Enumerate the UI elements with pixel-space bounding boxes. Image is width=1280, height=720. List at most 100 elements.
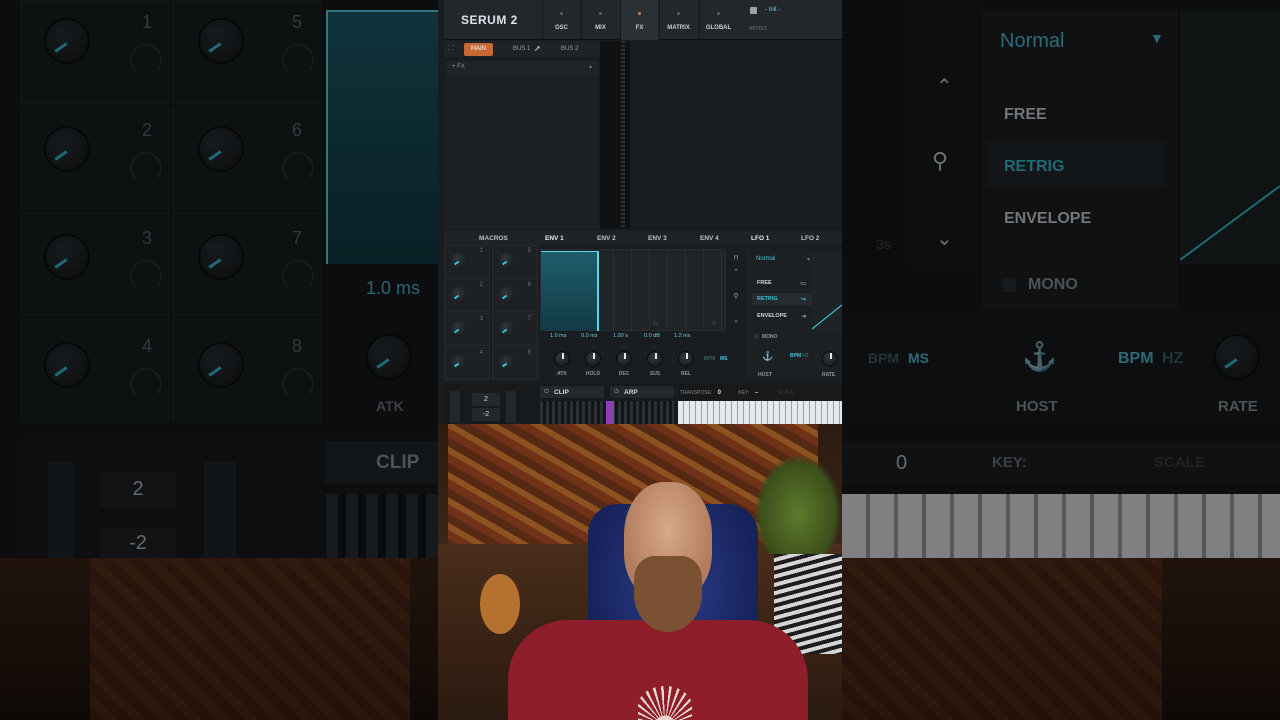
macro-cell: 7 (492, 313, 538, 346)
octave-up[interactable]: 2 (472, 393, 500, 406)
lfo-shape-value: Normal (756, 256, 776, 262)
lfo-mode-envelope[interactable]: ENVELOPE ⇥ (752, 310, 812, 322)
lfo-graph[interactable] (812, 253, 842, 331)
bus-tab-bus1[interactable]: BUS 1 (506, 43, 537, 56)
env-ms-toggle[interactable]: MS (720, 356, 728, 362)
lfo-mode-retrig[interactable]: RETRIG ↪ (752, 293, 812, 305)
tab-lfo1[interactable]: LFO 1 (751, 231, 769, 245)
tab-env3[interactable]: ENV 3 (648, 231, 667, 245)
tab-fx[interactable]: FX (620, 0, 658, 40)
tab-label: MATRIX (667, 25, 690, 31)
arp-steps[interactable] (540, 401, 674, 424)
key-value[interactable]: – (755, 390, 758, 396)
clip-toggle[interactable]: ⏻ CLIP (540, 386, 604, 398)
host-label: HOST (758, 372, 772, 378)
transpose-value[interactable]: 0 (718, 390, 721, 396)
octave-down[interactable]: -2 (472, 408, 500, 421)
env-axis-label: 3s (711, 321, 717, 327)
mod-wheel[interactable] (506, 391, 516, 423)
anchor-icon[interactable]: ⚓ (762, 351, 773, 362)
tab-global[interactable]: GLOBAL (699, 0, 737, 40)
envelope-values: 1.0 ms 0.0 ms 1.00 s 0.0 dB 1.2 ms (540, 333, 726, 343)
macro-knob[interactable] (499, 253, 515, 269)
save-icon[interactable] (750, 7, 757, 14)
bus-tab-main[interactable]: MAIN (464, 43, 493, 56)
envelope-knobs: ATK HOLD DEC SUS REL BPM MS (540, 347, 746, 381)
macro-knob[interactable] (499, 287, 515, 303)
lfo-mode-label: ENVELOPE (757, 313, 787, 319)
mod-tabs: MACROS ENV 1 ENV 2 ENV 3 ENV 4 LFO 1 LFO… (444, 231, 842, 245)
fx-divider (600, 41, 630, 229)
chevron-down-icon[interactable]: ▾ (589, 64, 592, 71)
tab-env1[interactable]: ENV 1 (545, 231, 564, 245)
macro-cell: 1 (444, 245, 490, 278)
serum-logo: SERUM 2 (461, 13, 518, 27)
preset-name: - Init - (765, 7, 781, 13)
lfo-shape-select[interactable]: Normal ▾ (752, 253, 814, 265)
up-icon[interactable]: ⌃ (732, 269, 740, 277)
tab-mix[interactable]: MIX (581, 0, 619, 40)
bus-label: MAIN (471, 46, 486, 52)
hold-knob[interactable] (585, 351, 601, 367)
fx-editor (632, 41, 842, 229)
arp-toggle[interactable]: ⏻ ARP (610, 386, 674, 398)
chevron-down-icon: ▾ (806, 257, 810, 263)
macro-number: 3 (479, 316, 483, 322)
grid-icon[interactable]: ⸬ (448, 44, 454, 53)
bus-tab-bus2[interactable]: BUS 2 (554, 43, 585, 56)
scale-label: SCALE (777, 390, 795, 396)
power-icon[interactable]: ⏻ (544, 389, 549, 396)
search-icon[interactable]: ⚲ (732, 293, 740, 301)
tab-env2[interactable]: ENV 2 (597, 231, 616, 245)
piano-keyboard[interactable] (678, 401, 842, 424)
add-fx-button[interactable]: + FX ▾ (446, 61, 598, 75)
macro-knob[interactable] (451, 253, 467, 269)
tab-label: GLOBAL (705, 25, 732, 31)
power-icon[interactable]: ⏻ (614, 389, 619, 396)
lfo-mode-free[interactable]: FREE ▭ (752, 277, 812, 289)
macros-panel: 1 5 2 6 3 7 4 8 (444, 245, 539, 381)
tab-matrix[interactable]: MATRIX (659, 0, 697, 40)
env-value: 1.00 s (613, 333, 628, 339)
lfo-curve (812, 304, 842, 330)
lfo-hz-toggle[interactable]: HZ (802, 353, 809, 359)
envelope-icon: ⇥ (800, 314, 806, 320)
macro-number: 6 (527, 282, 531, 288)
bottom-bar: 2 -2 ⏻ CLIP ⏻ ARP TRANSPOSE: 0 KEY: – SCAL… (444, 383, 842, 424)
dec-knob[interactable] (616, 351, 632, 367)
transpose-label: TRANSPOSE: (680, 390, 713, 396)
env-bpm-toggle[interactable]: BPM (704, 356, 715, 362)
envelope-graph[interactable]: 2s 3s (540, 249, 726, 331)
rel-knob[interactable] (678, 351, 694, 367)
macro-knob[interactable] (451, 355, 467, 371)
macro-knob[interactable] (451, 287, 467, 303)
add-fx-label: + FX (452, 64, 465, 70)
preset-name-field[interactable]: - Init - (747, 4, 842, 18)
mouse-cursor-icon: ➚ (534, 44, 541, 53)
knob-label: ATK (557, 371, 567, 377)
macro-cell: 8 (492, 347, 538, 380)
center-column: SERUM 2 OSC MIX FX MATRIX GLOBAL - Init … (438, 0, 842, 720)
lfo-bpm-toggle[interactable]: BPM (790, 353, 801, 359)
tab-osc[interactable]: OSC (542, 0, 580, 40)
env-value: 1.2 ms (674, 333, 691, 339)
tab-env4[interactable]: ENV 4 (700, 231, 719, 245)
retrig-icon: ↪ (800, 297, 806, 303)
macro-knob[interactable] (499, 355, 515, 371)
macro-knob[interactable] (499, 321, 515, 337)
pitch-wheel[interactable] (450, 391, 460, 423)
rate-knob[interactable] (822, 351, 838, 367)
lfo-mode-label: RETRIG (757, 296, 778, 302)
lfo-mode-label: FREE (757, 280, 772, 286)
atk-knob[interactable] (554, 351, 570, 367)
macro-knob[interactable] (451, 321, 467, 337)
down-icon[interactable]: ⌄ (732, 317, 740, 325)
envelope-attack-shape[interactable] (541, 251, 599, 331)
mono-checkbox[interactable] (754, 334, 759, 339)
sus-knob[interactable] (647, 351, 663, 367)
tab-lfo2[interactable]: LFO 2 (801, 231, 819, 245)
env-axis-label: 2s (653, 321, 659, 327)
lock-icon[interactable]: ⊓ (732, 255, 740, 263)
macro-cell: 3 (444, 313, 490, 346)
macro-number: 4 (479, 350, 483, 356)
